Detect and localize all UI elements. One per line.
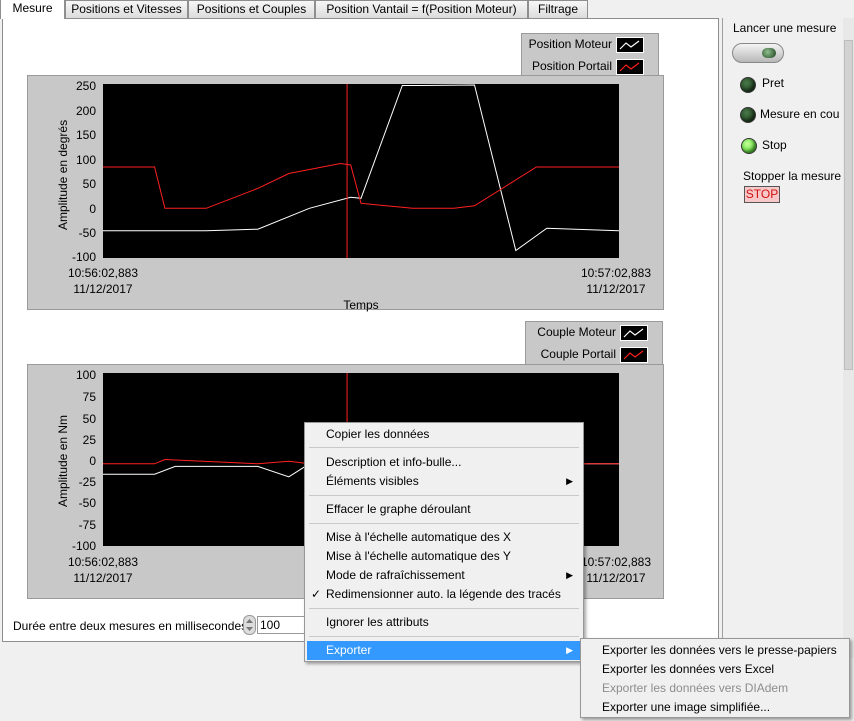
x-tick-time: 10:57:02,883 xyxy=(580,555,652,569)
legend-label: Position Portail xyxy=(531,59,612,73)
series-line-position-portail xyxy=(103,162,619,209)
stop-led-icon xyxy=(741,138,757,154)
position-plot-area[interactable] xyxy=(103,84,620,258)
launch-measure-button[interactable] xyxy=(732,43,784,63)
scrollbar-thumb[interactable] xyxy=(844,40,853,370)
legend-label: Couple Moteur xyxy=(537,325,616,339)
x-tick-time: 10:57:02,883 xyxy=(580,266,652,280)
legend-label: Position Moteur xyxy=(528,37,612,51)
y-tick: -25 xyxy=(78,475,96,489)
menu-item-label: Redimensionner auto. la légende des trac… xyxy=(326,587,561,601)
x-tick-time: 10:56:02,883 xyxy=(67,555,139,569)
menu-separator xyxy=(309,523,579,524)
tab-positions-couples[interactable]: Positions et Couples xyxy=(188,0,315,18)
menu-item-label: Éléments visibles xyxy=(326,474,419,488)
series-line-position-moteur xyxy=(103,84,620,252)
y-tick: -75 xyxy=(78,518,96,532)
y-tick: -50 xyxy=(78,226,96,240)
tab-position-vantail[interactable]: Position Vantail = f(Position Moteur) xyxy=(315,0,528,18)
submenu-item-diadem: Exporter les données vers DIAdem xyxy=(602,681,789,695)
menu-item-label: Exporter xyxy=(326,643,372,657)
red-line-swatch-icon xyxy=(620,347,648,363)
y-tick: 100 xyxy=(75,368,96,382)
menu-item-autoscale-y[interactable]: Mise à l'échelle automatique des Y xyxy=(307,547,581,566)
position-plot-svg xyxy=(103,84,620,258)
stop-button[interactable]: STOP xyxy=(744,186,780,203)
legend-item[interactable]: Position Portail xyxy=(522,57,658,77)
graph2-legend[interactable]: Couple Moteur Couple Portail xyxy=(525,321,663,365)
y-tick: 0 xyxy=(89,454,96,468)
interval-spinner[interactable] xyxy=(243,615,256,635)
y-tick: 200 xyxy=(75,104,96,118)
y-tick: -50 xyxy=(78,496,96,510)
submenu-arrow-icon: ▶ xyxy=(566,570,573,580)
x-tick-end: 10:57:02,883 11/12/2017 xyxy=(571,554,661,586)
legend-item[interactable]: Position Moteur xyxy=(522,35,658,55)
menu-item-clear-chart[interactable]: Effacer le graphe déroulant xyxy=(307,500,581,519)
legend-item[interactable]: Couple Portail xyxy=(526,345,662,365)
y-tick: 150 xyxy=(75,128,96,142)
menu-item-export[interactable]: Exporter ▶ xyxy=(307,641,581,660)
menu-item-label: Mode de rafraîchissement xyxy=(326,568,465,582)
y-tick: -100 xyxy=(71,539,96,553)
interval-label: Durée entre deux mesures en milliseconde… xyxy=(13,619,248,633)
x-axis-label: Temps xyxy=(343,298,379,312)
panel-divider xyxy=(722,18,723,642)
tab-mesure[interactable]: Mesure xyxy=(0,0,65,19)
x-tick-date: 11/12/2017 xyxy=(73,282,133,296)
x-tick-start: 10:56:02,883 11/12/2017 xyxy=(58,554,148,586)
submenu-item-clipboard[interactable]: Exporter les données vers le presse-papi… xyxy=(583,641,847,660)
submenu-arrow-icon: ▶ xyxy=(566,476,573,486)
menu-item-autosize-legend[interactable]: ✓ Redimensionner auto. la légende des tr… xyxy=(307,585,581,604)
legend-label: Couple Portail xyxy=(540,347,616,361)
y-tick: 50 xyxy=(82,177,96,191)
legend-item[interactable]: Couple Moteur xyxy=(526,323,662,343)
menu-separator xyxy=(309,447,579,448)
white-line-swatch-icon xyxy=(616,37,644,53)
launch-measure-label: Lancer une mesure xyxy=(733,21,837,35)
y-tick: 250 xyxy=(75,79,96,93)
submenu-item-excel[interactable]: Exporter les données vers Excel xyxy=(583,660,847,679)
toggle-knob-icon xyxy=(762,48,776,58)
x-tick-end: 10:57:02,883 11/12/2017 xyxy=(571,265,661,297)
menu-item-description[interactable]: Description et info-bulle... xyxy=(307,453,581,472)
interval-input[interactable]: 100 xyxy=(257,616,305,634)
ready-led-icon xyxy=(740,77,756,93)
menu-item-autoscale-x[interactable]: Mise à l'échelle automatique des X xyxy=(307,528,581,547)
x-tick-date: 11/12/2017 xyxy=(586,282,646,296)
stop-measure-label: Stopper la mesure xyxy=(743,169,842,183)
submenu-item-image[interactable]: Exporter une image simplifiée... xyxy=(583,698,847,717)
tab-positions-vitesses[interactable]: Positions et Vitesses xyxy=(65,0,188,18)
menu-item-update-mode[interactable]: Mode de rafraîchissement ▶ xyxy=(307,566,581,585)
x-tick-date: 11/12/2017 xyxy=(586,571,646,585)
y-tick: -100 xyxy=(71,250,96,264)
menu-separator xyxy=(309,636,579,637)
y-tick: 75 xyxy=(82,390,96,404)
tab-filtrage[interactable]: Filtrage xyxy=(528,0,588,18)
measuring-led-icon xyxy=(740,107,756,123)
y-tick: 25 xyxy=(82,433,96,447)
menu-item-ignore-attributes[interactable]: Ignorer les attributs xyxy=(307,613,581,632)
red-line-swatch-icon xyxy=(616,59,644,75)
tab-bar: Mesure Positions et Vitesses Positions e… xyxy=(0,0,854,19)
export-submenu: Exporter les données vers le presse-papi… xyxy=(580,638,850,718)
context-menu: Copier les données Description et info-b… xyxy=(304,422,584,662)
menu-item-copy-data[interactable]: Copier les données xyxy=(307,425,581,444)
x-tick-time: 10:56:02,883 xyxy=(67,266,139,280)
measuring-label: Mesure en cou xyxy=(760,107,840,121)
checkmark-icon: ✓ xyxy=(311,587,322,601)
menu-separator xyxy=(309,608,579,609)
menu-item-visible-elements[interactable]: Éléments visibles ▶ xyxy=(307,472,581,491)
x-tick-start: 10:56:02,883 11/12/2017 xyxy=(58,265,148,297)
y-tick: 100 xyxy=(75,153,96,167)
white-line-swatch-icon xyxy=(620,325,648,341)
graph1-legend[interactable]: Position Moteur Position Portail xyxy=(521,33,659,77)
menu-separator xyxy=(309,495,579,496)
x-tick-date: 11/12/2017 xyxy=(73,571,133,585)
y-tick: 50 xyxy=(82,412,96,426)
ready-label: Pret xyxy=(762,76,785,90)
stop-led-label: Stop xyxy=(762,138,787,152)
y-tick: 0 xyxy=(89,202,96,216)
submenu-arrow-icon: ▶ xyxy=(566,645,573,655)
